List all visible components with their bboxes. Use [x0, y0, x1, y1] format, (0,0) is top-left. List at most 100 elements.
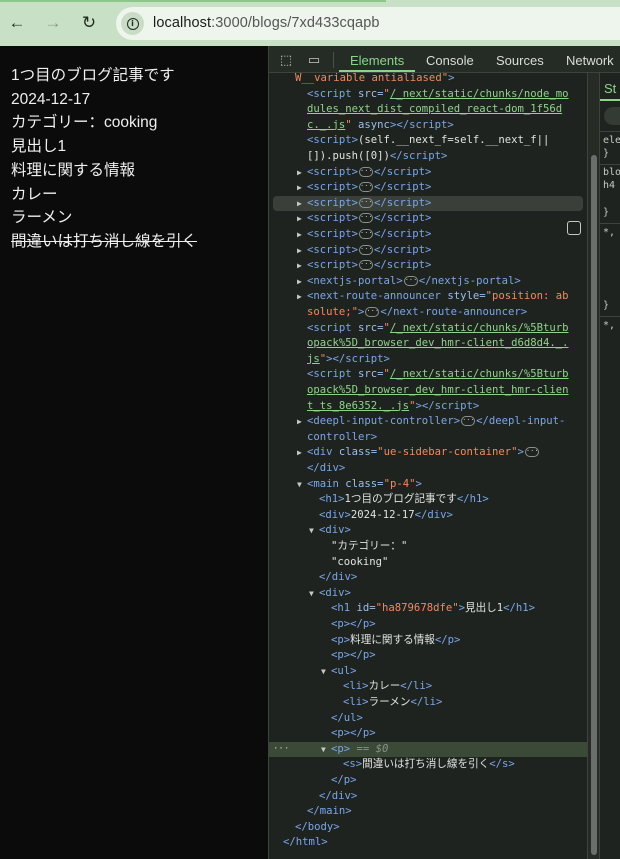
dom-node-script[interactable]: ▶ <script> ···</script>	[269, 227, 587, 243]
url-text[interactable]: localhost:3000/blogs/7xd433cqapb	[153, 15, 380, 31]
dom-node[interactable]: <script src="/_next/static/chunks/%5Btur…	[269, 367, 587, 383]
dom-node[interactable]: <div>2024-12-17</div>	[269, 508, 587, 524]
styles-tab-indicator	[600, 99, 620, 101]
ellipsis-icon: ···	[359, 213, 374, 224]
info-icon: i	[126, 17, 139, 30]
post-category: カテゴリー：cooking	[11, 114, 158, 132]
style-rule-text: }	[603, 148, 610, 159]
dom-node[interactable]: <p></p>	[269, 648, 587, 664]
devtools-panel: ⬚ ▭ Elements Console Sources Network W__…	[268, 46, 620, 859]
expand-triangle-icon: ▶	[297, 276, 302, 286]
dom-node-script-hovered[interactable]: ▶ <script> ···</script>	[273, 195, 583, 212]
expand-triangle-icon: ▶	[297, 245, 302, 255]
dom-node-script[interactable]: ▶ <script> ···</script>	[269, 180, 587, 196]
scrollbar-thumb[interactable]	[591, 155, 597, 855]
dom-node[interactable]: <s>間違いは打ち消し線を引く</s>	[269, 757, 587, 773]
forward-button[interactable]: →	[42, 12, 64, 34]
ellipsis-icon: ···	[461, 416, 476, 427]
dom-node[interactable]: <p></p>	[269, 617, 587, 633]
dom-node-main[interactable]: ▼ <main class="p-4">	[269, 477, 587, 493]
tab-styles[interactable]: St	[604, 81, 616, 96]
dom-node[interactable]: W__variable antialiased">	[269, 73, 587, 87]
dom-node[interactable]: ▼ <div>	[269, 523, 587, 539]
collapse-triangle-icon: ▼	[309, 588, 314, 598]
dom-node-script[interactable]: ▶ <script> ···</script>	[269, 211, 587, 227]
expand-triangle-icon: ▶	[297, 198, 302, 208]
styles-filter[interactable]	[604, 107, 620, 125]
dom-node-script[interactable]: ▶ <script> ···</script>	[269, 165, 587, 181]
dom-node-cont: </ul>	[331, 711, 363, 724]
dom-node[interactable]: <li>カレー</li>	[269, 679, 587, 695]
dom-node[interactable]: <li>ラーメン</li>	[269, 695, 587, 711]
dom-node-cont: js"></script>	[307, 352, 390, 365]
ellipsis-icon: ···	[359, 182, 374, 193]
style-rule-text: ele	[603, 135, 620, 146]
reload-icon: ↻	[81, 13, 97, 32]
device-toolbar-icon[interactable]: ▭	[305, 51, 323, 69]
dom-node[interactable]: <script>(self.__next_f=self.__next_f||	[269, 133, 587, 149]
dom-node-cont: []).push([0])</script>	[307, 150, 448, 162]
more-options-icon: ···	[273, 743, 290, 754]
dom-node[interactable]: <p>料理に関する情報</p>	[269, 633, 587, 649]
dom-text-node[interactable]: "cooking"	[269, 555, 587, 571]
dom-node[interactable]: ▼ <div>	[269, 586, 587, 602]
expand-triangle-icon: ▶	[297, 214, 302, 224]
style-rule-text: *,	[603, 320, 616, 331]
style-rule-text: *,	[603, 227, 616, 238]
style-rule-text: }	[603, 300, 610, 311]
tab-elements[interactable]: Elements	[350, 53, 404, 68]
expand-triangle-icon: ▶	[297, 292, 302, 302]
dom-node-cont: </div>	[307, 462, 346, 474]
ellipsis-icon: ···	[365, 307, 380, 317]
post-date: 2024-12-17	[11, 90, 91, 108]
address-bar[interactable]: i localhost:3000/blogs/7xd433cqapb	[116, 7, 620, 40]
dom-node[interactable]: <script src="/_next/static/chunks/%5Btur…	[269, 321, 587, 337]
dom-node[interactable]: ▶ <nextjs-portal> ···</nextjs-portal>	[269, 274, 587, 290]
elements-scrollbar[interactable]	[587, 73, 599, 859]
dom-node[interactable]: ▶ <next-route-announcer style="position: …	[269, 289, 587, 305]
ai-assist-icon[interactable]	[567, 221, 581, 235]
dom-node-cont: t_ts_8e6352._.js"></script>	[307, 399, 480, 412]
site-info-button[interactable]: i	[121, 12, 144, 35]
tab-network[interactable]: Network	[566, 53, 614, 68]
tab-console[interactable]: Console	[426, 53, 474, 68]
page-viewport: 1つ目のブログ記事です 2024-12-17 カテゴリー：cooking 見出し…	[0, 46, 268, 859]
dom-node-script[interactable]: ▶ <script> ···</script>	[269, 258, 587, 274]
ellipsis-icon: ···	[359, 244, 374, 255]
list-item: カレー	[11, 185, 58, 203]
ellipsis-icon: ···	[359, 229, 374, 239]
dom-text-node[interactable]: "カテゴリー："	[269, 539, 587, 555]
style-rule-text: blo	[603, 167, 620, 178]
elements-tree: W__variable antialiased"> <script src="/…	[269, 73, 587, 859]
dom-node[interactable]: <script src="/_next/static/chunks/node_m…	[269, 87, 587, 103]
post-paragraph: 料理に関する情報	[11, 161, 136, 179]
inspect-element-icon[interactable]: ⬚	[277, 51, 295, 69]
dom-node[interactable]: <h1 id="ha879678dfe">見出し1</h1>	[269, 601, 587, 617]
dom-node-cont: </p>	[331, 774, 357, 786]
dom-node[interactable]: ▼ <ul>	[269, 664, 587, 680]
back-button[interactable]: ←	[6, 12, 28, 34]
divider	[600, 131, 620, 132]
dom-node[interactable]: <h1>1つ目のブログ記事です</h1>	[269, 492, 587, 508]
expand-triangle-icon: ▶	[297, 261, 302, 271]
dom-node-cont: </html>	[283, 836, 328, 849]
toolbar-divider	[333, 52, 334, 68]
dom-node[interactable]: ▶ <div class="ue-sidebar-container"> ···	[269, 445, 587, 461]
dom-node[interactable]: <p></p>	[269, 726, 587, 742]
dom-node[interactable]: ▶ <deepl-input-controller> ···</deepl-inpu…	[269, 414, 587, 430]
list-item: ラーメン	[11, 209, 73, 227]
divider	[600, 316, 620, 317]
dom-node-selected[interactable]: ··· ▼ <p> == $0	[269, 741, 587, 758]
dom-node-cont: </main>	[307, 805, 352, 818]
expand-triangle-icon: ▶	[297, 417, 302, 427]
back-arrow-icon: ←	[8, 13, 26, 32]
divider	[600, 164, 620, 165]
tab-sources[interactable]: Sources	[496, 53, 544, 68]
ellipsis-icon: ···	[359, 260, 374, 271]
style-rule-text: h4	[603, 180, 616, 191]
reload-button[interactable]: ↻	[78, 12, 100, 34]
collapse-triangle-icon: ▼	[321, 744, 326, 754]
dom-node-script[interactable]: ▶ <script> ···</script>	[269, 243, 587, 259]
post-heading: 見出し1	[11, 138, 67, 156]
collapse-triangle-icon: ▼	[321, 666, 326, 676]
